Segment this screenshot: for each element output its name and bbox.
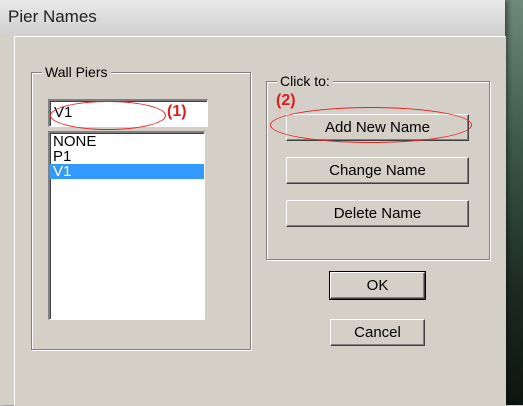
- background-desktop: [505, 0, 523, 405]
- dialog-client-area: Wall Piers V1 NONE P1 V1 Click to: Add New…: [14, 36, 506, 406]
- pier-names-list[interactable]: NONE P1 V1: [48, 131, 205, 320]
- change-name-label: Change Name: [329, 161, 426, 179]
- wall-piers-legend: Wall Piers: [42, 63, 111, 81]
- annotation-ellipse-1: [50, 101, 166, 130]
- cancel-button-label: Cancel: [354, 323, 401, 341]
- window-title: Pier Names: [8, 7, 97, 26]
- ok-button[interactable]: OK: [329, 271, 426, 300]
- delete-name-button[interactable]: Delete Name: [286, 200, 469, 227]
- annotation-step-2: (2): [276, 92, 296, 109]
- click-to-legend: Click to:: [277, 72, 333, 90]
- pier-list-item[interactable]: V1: [50, 164, 204, 179]
- pier-list-item[interactable]: NONE: [50, 134, 204, 149]
- cancel-button[interactable]: Cancel: [330, 319, 425, 346]
- change-name-button[interactable]: Change Name: [286, 157, 469, 184]
- title-bar[interactable]: Pier Names: [0, 0, 505, 36]
- annotation-ellipse-2: [270, 107, 472, 143]
- ok-button-label: OK: [366, 276, 389, 294]
- pier-names-dialog: Pier Names Wall Piers V1 NONE P1 V1 Click …: [0, 0, 506, 406]
- delete-name-label: Delete Name: [333, 204, 422, 222]
- pier-list-item[interactable]: P1: [50, 149, 204, 164]
- annotation-step-1: (1): [167, 103, 187, 120]
- pier-names-list-items: NONE P1 V1: [50, 134, 204, 179]
